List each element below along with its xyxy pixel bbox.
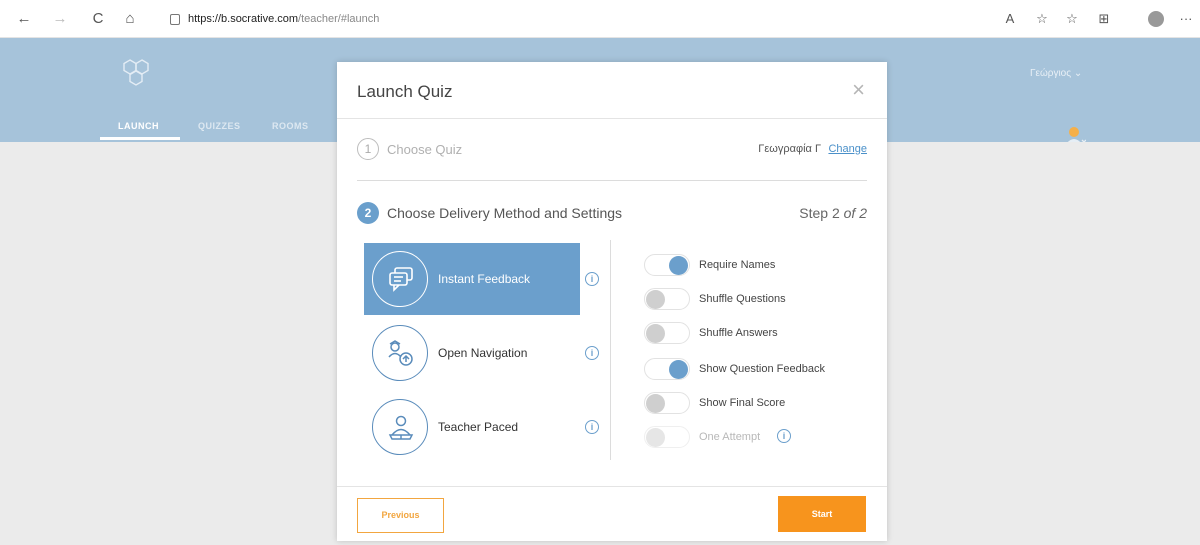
refresh-icon[interactable]: C <box>88 9 108 29</box>
step-2-badge: 2 <box>357 202 379 224</box>
show-final-score-toggle[interactable] <box>644 392 690 414</box>
info-icon[interactable]: i <box>585 272 599 286</box>
home-icon[interactable]: ⌂ <box>120 9 140 29</box>
method-teacher-paced[interactable]: Teacher Paced <box>364 391 580 463</box>
step-1-badge: 1 <box>357 138 379 160</box>
header-divider <box>337 118 887 119</box>
show-question-feedback-toggle[interactable] <box>644 358 690 380</box>
tab-rooms[interactable]: ROOMS <box>272 121 309 131</box>
back-arrow-icon[interactable]: ← <box>14 9 34 29</box>
shuffle-questions-toggle[interactable] <box>644 288 690 310</box>
info-icon[interactable]: i <box>777 429 791 443</box>
one-attempt-toggle <box>644 426 690 448</box>
require-names-toggle[interactable] <box>644 254 690 276</box>
address-bar[interactable]: https://b.socrative.com/teacher/#launch <box>170 8 990 30</box>
url-path: /teacher/#launch <box>298 13 380 25</box>
more-options-icon[interactable]: ··· <box>1176 9 1196 29</box>
method-instant-feedback[interactable]: Instant Feedback <box>364 243 580 315</box>
modal-title: Launch Quiz <box>357 82 453 101</box>
close-icon[interactable]: × <box>852 79 865 101</box>
show-question-feedback-label: Show Question Feedback <box>699 363 825 375</box>
socrative-logo-icon <box>123 59 149 86</box>
collections-icon[interactable]: ⊞ <box>1094 9 1114 29</box>
step-counter: Step 2 of 2 <box>799 205 867 221</box>
method-open-navigation[interactable]: Open Navigation <box>364 317 580 389</box>
previous-button[interactable]: Previous <box>357 498 444 533</box>
favorite-star-icon[interactable]: ☆ <box>1032 9 1052 29</box>
toggle-knob <box>669 256 688 275</box>
tab-quizzes[interactable]: QUIZZES <box>198 121 241 131</box>
step-2-label: Choose Delivery Method and Settings <box>387 205 623 221</box>
profile-avatar-icon[interactable] <box>1148 11 1164 27</box>
navigation-icon <box>372 325 428 381</box>
method-label: Instant Feedback <box>438 272 531 286</box>
method-label: Open Navigation <box>438 346 528 360</box>
shuffle-questions-label: Shuffle Questions <box>699 293 786 305</box>
step-1-label: Choose Quiz <box>387 142 463 157</box>
info-icon[interactable]: i <box>585 420 599 434</box>
one-attempt-label: One Attempt <box>699 431 761 443</box>
browser-toolbar: ← → C ⌂ https://b.socrative.com/teacher/… <box>0 0 1200 38</box>
tab-launch[interactable]: LAUNCH <box>118 121 159 131</box>
method-label: Teacher Paced <box>438 420 519 434</box>
step-counter-total: of 2 <box>843 205 867 221</box>
shuffle-answers-label: Shuffle Answers <box>699 327 778 339</box>
info-icon[interactable]: i <box>585 346 599 360</box>
selected-quiz-name: Γεωγραφία Γ <box>758 143 821 155</box>
read-aloud-icon[interactable]: A <box>1000 9 1020 29</box>
teacher-icon <box>372 399 428 455</box>
shuffle-answers-toggle[interactable] <box>644 322 690 344</box>
toggle-knob <box>646 428 665 447</box>
forward-arrow-icon[interactable]: → <box>50 9 70 29</box>
toggle-knob <box>646 394 665 413</box>
require-names-label: Require Names <box>699 259 776 271</box>
url-host: https://b.socrative.com <box>188 13 299 25</box>
step-counter-current: Step 2 <box>799 205 840 221</box>
toggle-knob <box>646 290 665 309</box>
toggle-knob <box>646 324 665 343</box>
user-menu[interactable]: Γεώργιος ⌄ <box>1030 68 1082 79</box>
footer-divider <box>337 486 887 487</box>
active-tab-indicator <box>100 137 180 140</box>
show-final-score-label: Show Final Score <box>699 397 786 409</box>
user-name: Γεώργιος <box>1030 68 1072 79</box>
toggle-knob <box>669 360 688 379</box>
start-button[interactable]: Start <box>778 496 866 532</box>
launch-quiz-modal: Launch Quiz × 1 Choose Quiz Γεωγραφία Γ … <box>337 62 887 541</box>
favorites-list-icon[interactable]: ☆ <box>1062 9 1082 29</box>
lock-icon <box>170 13 180 25</box>
change-quiz-link[interactable]: Change <box>828 143 867 155</box>
step-divider <box>357 180 867 181</box>
chat-bubbles-icon <box>372 251 428 307</box>
column-divider <box>610 240 611 460</box>
